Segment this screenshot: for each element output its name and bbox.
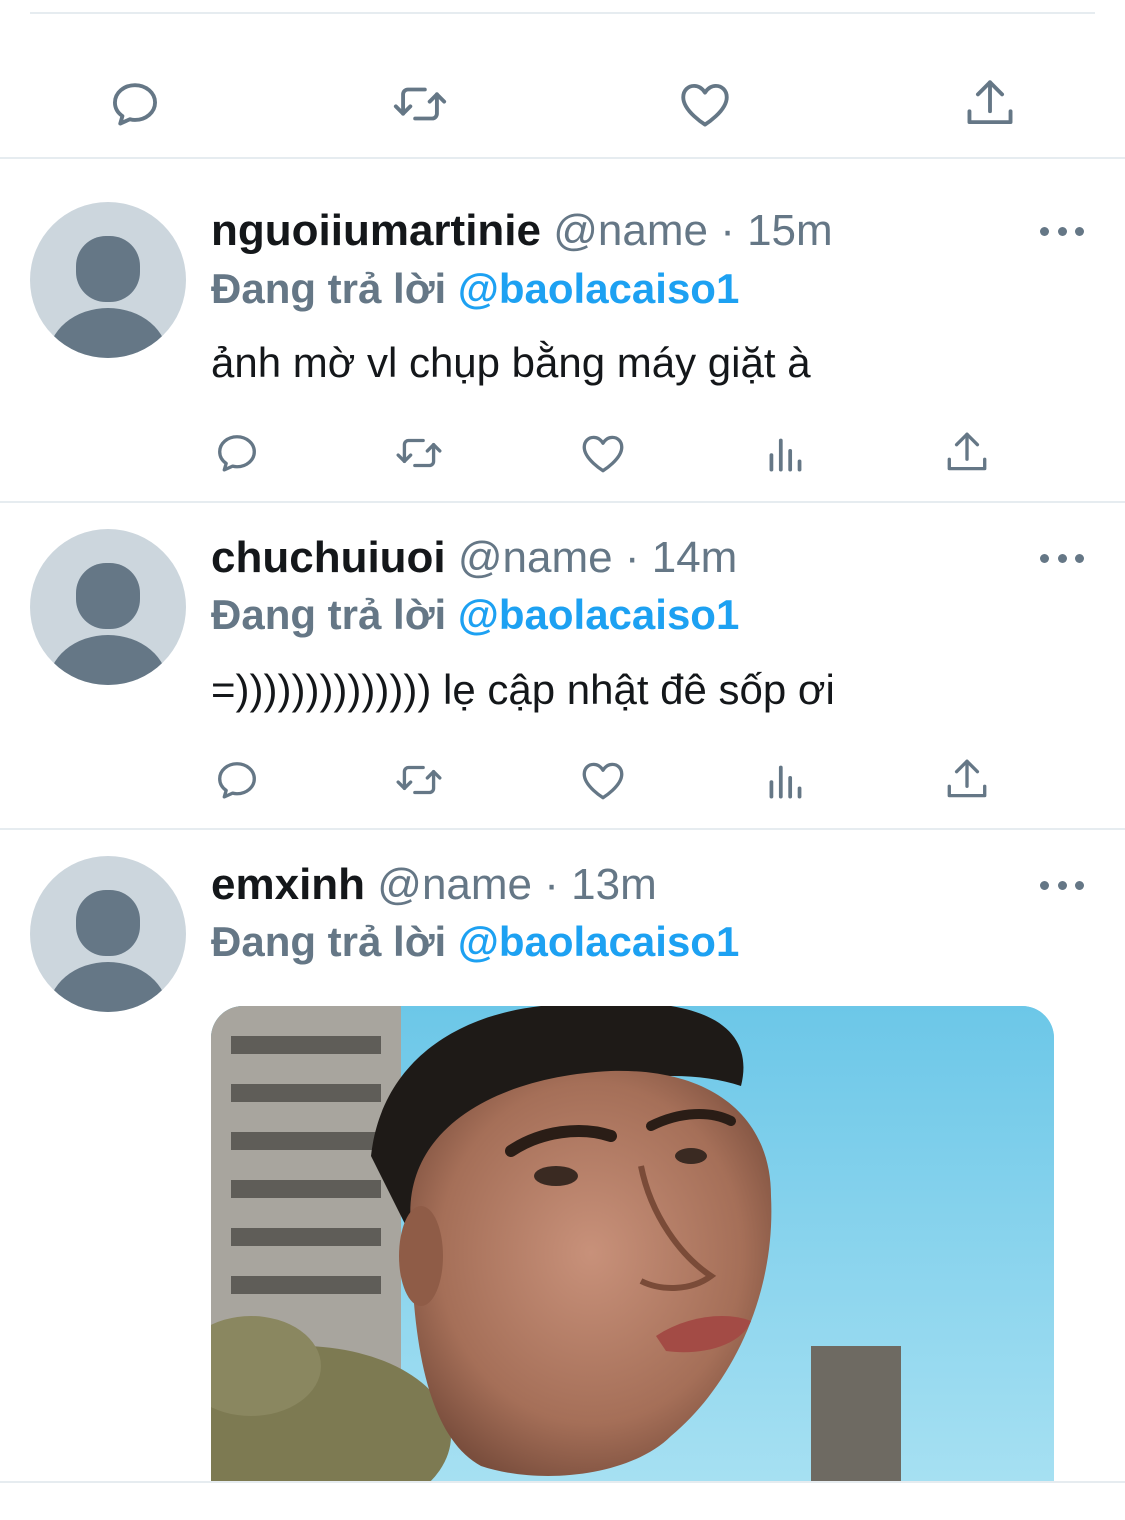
analytics-icon [769, 438, 802, 472]
retweet-icon [396, 438, 442, 468]
heart-icon [681, 83, 729, 127]
main-share-button[interactable] [960, 74, 1020, 134]
separator: · [612, 533, 652, 582]
more-icon [1040, 553, 1049, 563]
reply-icon [218, 435, 256, 472]
reply-button[interactable] [209, 425, 265, 481]
username[interactable]: nguoiiumartinie [211, 206, 541, 255]
timestamp[interactable]: 13m [571, 860, 657, 909]
main-retweet-button[interactable] [390, 74, 450, 134]
share-icon [947, 432, 987, 471]
heart-icon [582, 435, 624, 473]
username[interactable]: emxinh [211, 860, 365, 909]
replying-to-handle[interactable]: @baolacaiso1 [458, 918, 739, 965]
main-reply-button[interactable] [105, 74, 165, 134]
tweet-header: emxinh @name · 13m [211, 858, 657, 912]
default-avatar-icon [48, 890, 168, 1012]
divider [0, 501, 1125, 503]
photo-image [211, 1006, 1054, 1482]
reply-icon [113, 83, 157, 126]
tweet-header: nguoiiumartinie @name · 15m [211, 204, 833, 258]
share-button[interactable] [939, 752, 995, 808]
like-button[interactable] [575, 425, 631, 481]
share-button[interactable] [939, 425, 995, 481]
more-button[interactable] [1040, 875, 1084, 895]
tweet-text: =)))))))))))))) lẹ cập nhật đê sốp ơi [211, 666, 835, 713]
replying-to: Đang trả lời @baolacaiso1 [211, 591, 740, 638]
tweet-action-bar [0, 425, 1125, 485]
avatar[interactable] [30, 856, 186, 1012]
default-avatar-icon [48, 236, 168, 358]
avatar[interactable] [30, 529, 186, 685]
reply-button[interactable] [209, 752, 265, 808]
retweet-icon [393, 87, 447, 121]
username[interactable]: chuchuiuoi [211, 533, 446, 582]
reply-icon [218, 762, 256, 799]
timestamp[interactable]: 14m [652, 533, 738, 582]
divider [0, 1481, 1125, 1483]
separator: · [532, 860, 572, 909]
heart-icon [582, 762, 624, 800]
share-icon [967, 80, 1013, 125]
more-button[interactable] [1040, 548, 1084, 568]
share-icon [947, 759, 987, 798]
more-icon [1040, 226, 1049, 236]
analytics-button[interactable] [758, 425, 814, 481]
main-like-button[interactable] [675, 74, 735, 134]
replying-to: Đang trả lời @baolacaiso1 [211, 265, 740, 312]
more-button[interactable] [1040, 221, 1084, 241]
replying-to-handle[interactable]: @baolacaiso1 [458, 591, 739, 638]
retweet-button[interactable] [391, 425, 447, 481]
tweet-header: chuchuiuoi @name · 14m [211, 531, 737, 585]
retweet-icon [396, 765, 442, 795]
separator: · [707, 206, 748, 255]
divider [0, 828, 1125, 830]
replying-to: Đang trả lời @baolacaiso1 [211, 918, 740, 965]
replying-to-handle[interactable]: @baolacaiso1 [458, 265, 739, 312]
default-avatar-icon [48, 563, 168, 685]
like-button[interactable] [575, 752, 631, 808]
tweet-action-bar [0, 752, 1125, 812]
analytics-button[interactable] [758, 752, 814, 808]
divider [0, 157, 1125, 159]
handle[interactable]: @name [446, 533, 613, 582]
handle[interactable]: @name [365, 860, 532, 909]
tweet-media-photo[interactable] [211, 1006, 1054, 1482]
analytics-icon [769, 765, 802, 799]
main-tweet-action-bar [0, 16, 1125, 158]
retweet-button[interactable] [391, 752, 447, 808]
avatar[interactable] [30, 202, 186, 358]
handle[interactable]: @name [541, 206, 708, 255]
tweet-text: ảnh mờ vl chụp bằng máy giặt à [211, 339, 811, 386]
more-icon [1040, 880, 1049, 890]
timestamp[interactable]: 15m [747, 206, 833, 255]
top-divider [30, 12, 1095, 14]
